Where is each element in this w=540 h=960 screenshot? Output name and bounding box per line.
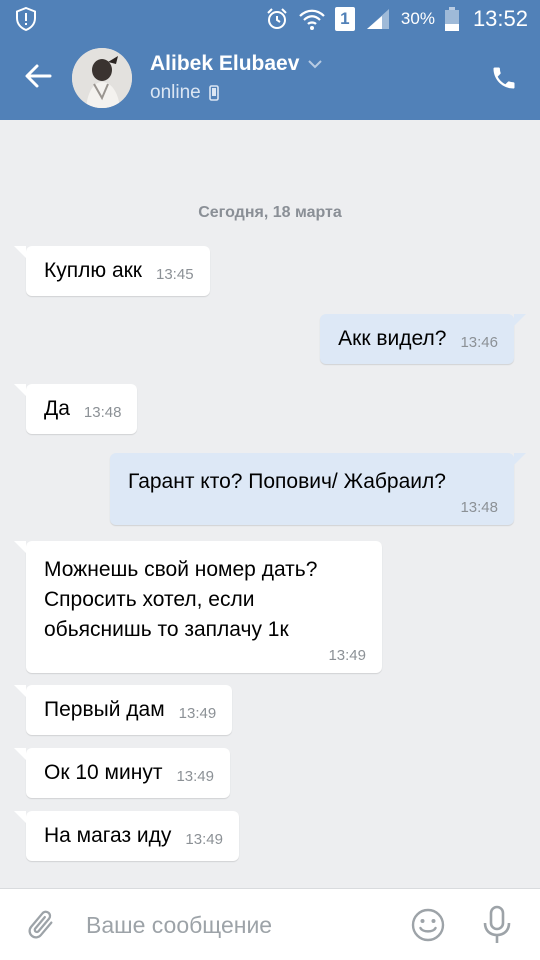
contact-status: online bbox=[150, 82, 219, 104]
status-time: 13:52 bbox=[472, 6, 528, 31]
arrow-left-icon bbox=[25, 64, 52, 88]
status-bar: 1 30% 13:52 bbox=[0, 0, 540, 38]
message-text: Ок 10 минут bbox=[44, 761, 163, 784]
sim-slot-icon: 1 bbox=[334, 7, 355, 31]
message-time: 13:49 bbox=[185, 831, 223, 848]
message-input[interactable] bbox=[86, 905, 386, 945]
message-text: На магаз иду bbox=[44, 824, 172, 847]
message-text: Да bbox=[44, 397, 70, 420]
microphone-icon bbox=[483, 905, 511, 943]
back-button[interactable] bbox=[22, 60, 54, 92]
battery-percent: 30% bbox=[400, 9, 435, 28]
message-bubble-outgoing[interactable]: Гарант кто? Попович/ Жабраил? 13:48 bbox=[110, 453, 526, 525]
message-text: Гарант кто? Попович/ Жабраил? bbox=[128, 470, 446, 493]
message-time: 13:46 bbox=[460, 334, 498, 351]
emoji-button[interactable] bbox=[410, 907, 446, 943]
message-bubble-incoming[interactable]: Первый дам 13:49 bbox=[13, 685, 233, 735]
message-composer bbox=[0, 888, 540, 960]
message-list[interactable]: Сегодня, 18 марта Куплю акк 13:45 Акк ви… bbox=[0, 120, 540, 888]
shield-alert-icon bbox=[16, 6, 36, 32]
message-bubble-incoming[interactable]: На магаз иду 13:49 bbox=[14, 811, 239, 861]
message-text: Акк видел? bbox=[338, 327, 447, 350]
message-bubble-outgoing[interactable]: Акк видел? 13:46 bbox=[320, 314, 526, 364]
call-button[interactable] bbox=[488, 62, 520, 94]
date-separator: Сегодня, 18 марта bbox=[198, 204, 342, 221]
status-icons: 1 30% 13:52 bbox=[265, 0, 528, 38]
chevron-down-icon bbox=[308, 60, 323, 69]
phone-icon bbox=[493, 67, 515, 89]
smiley-icon bbox=[411, 908, 445, 942]
message-bubble-incoming[interactable]: Можнешь свой номер дать? Спросить хотел,… bbox=[14, 541, 382, 673]
paperclip-icon bbox=[28, 910, 53, 939]
message-time: 13:49 bbox=[328, 647, 366, 664]
contact-name[interactable]: Alibek Elubaev bbox=[150, 52, 323, 76]
cell-signal-icon bbox=[365, 7, 391, 31]
avatar[interactable] bbox=[72, 48, 132, 108]
message-bubble-incoming[interactable]: Да 13:48 bbox=[13, 384, 138, 434]
battery-icon bbox=[444, 7, 459, 31]
voice-message-button[interactable] bbox=[480, 905, 516, 945]
message-text: Первый дам bbox=[44, 698, 165, 721]
message-text: Куплю акк bbox=[44, 259, 142, 282]
attach-button[interactable] bbox=[24, 907, 60, 943]
top-bar: 1 30% 13:52 Alibek Elubaev online bbox=[0, 0, 540, 120]
message-time: 13:49 bbox=[178, 705, 217, 722]
message-time: 13:45 bbox=[156, 266, 194, 283]
chat-toolbar: Alibek Elubaev online bbox=[0, 38, 540, 120]
message-bubble-incoming[interactable]: Ок 10 минут 13:49 bbox=[14, 748, 230, 798]
message-time: 13:48 bbox=[83, 404, 122, 421]
message-time: 13:49 bbox=[176, 768, 214, 785]
wifi-icon bbox=[299, 7, 325, 31]
mobile-device-icon bbox=[208, 85, 219, 101]
message-bubble-incoming[interactable]: Куплю акк 13:45 bbox=[14, 246, 210, 296]
alarm-clock-icon bbox=[265, 7, 289, 31]
message-text: Можнешь свой номер дать? Спросить хотел,… bbox=[44, 558, 318, 641]
message-time: 13:48 bbox=[460, 499, 498, 516]
